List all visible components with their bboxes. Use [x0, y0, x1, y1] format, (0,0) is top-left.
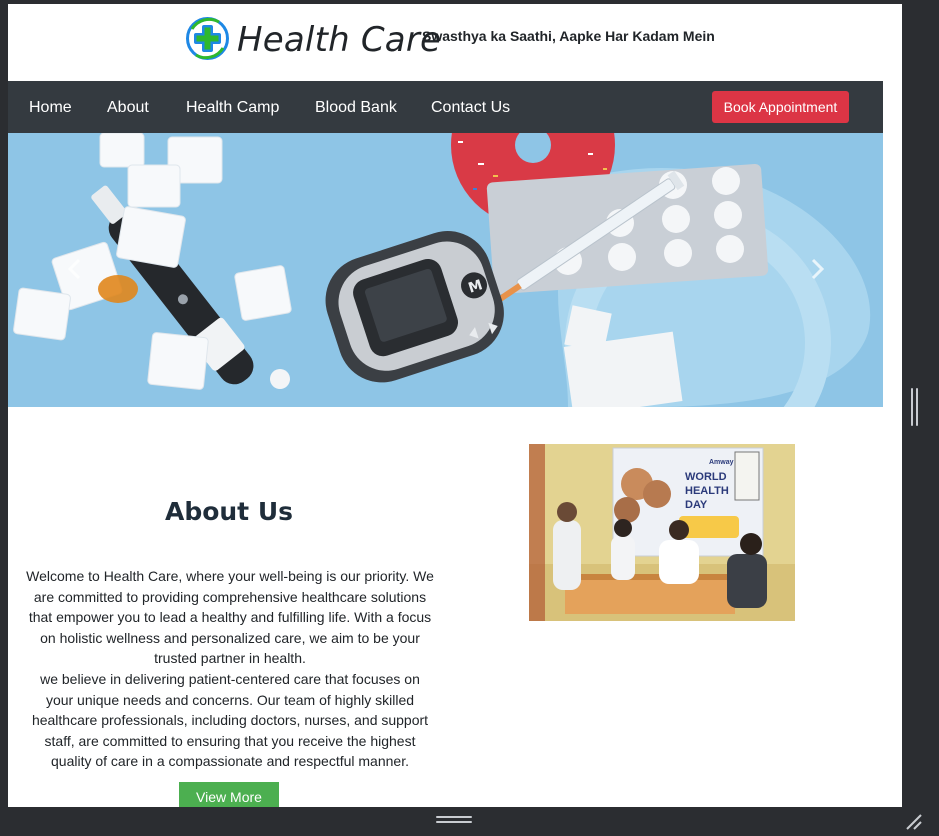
brand-name[interactable]: Health Care [237, 20, 441, 60]
nav-link-contact-us[interactable]: Contact Us [431, 99, 510, 117]
nav-link-home[interactable]: Home [29, 99, 72, 117]
site-header: Health Care Swasthya ka Saathi, Aapke Ha… [8, 4, 902, 81]
vertical-resize-handle[interactable] [911, 388, 918, 426]
medical-cross-logo-icon[interactable] [186, 17, 229, 60]
banner-title-2: HEALTH [685, 485, 729, 497]
about-paragraph-2: we believe in delivering patient-centere… [31, 670, 429, 770]
nav-link-about[interactable]: About [107, 99, 149, 117]
about-paragraph-1: Welcome to Health Care, where your well-… [26, 568, 434, 667]
chevron-left-icon[interactable] [66, 257, 84, 281]
nav-link-blood-bank[interactable]: Blood Bank [315, 99, 397, 117]
banner-title-1: WORLD [685, 471, 727, 483]
banner-title-3: DAY [685, 499, 708, 511]
resize-corner-icon[interactable] [904, 812, 924, 832]
health-camp-photo: Amway WORLD HEALTH DAY [529, 444, 795, 621]
book-appointment-button[interactable]: Book Appointment [712, 91, 849, 123]
view-more-button[interactable]: View More [179, 782, 279, 807]
hero-image: M [8, 133, 883, 407]
brand-tagline: Swasthya ka Saathi, Aapke Har Kadam Mein [422, 28, 715, 44]
page-viewport: Health Care Swasthya ka Saathi, Aapke Ha… [8, 4, 902, 807]
about-heading: About Us [164, 497, 294, 526]
window-frame-left [0, 0, 8, 836]
horizontal-resize-handle[interactable] [436, 816, 472, 825]
banner-brand: Amway [709, 459, 734, 466]
nav-link-health-camp[interactable]: Health Camp [186, 99, 279, 117]
main-navbar: Home About Health Camp Blood Bank Contac… [8, 81, 883, 133]
hero-carousel: M [8, 133, 883, 407]
about-description: Welcome to Health Care, where your well-… [26, 566, 434, 772]
window-frame-right [902, 0, 939, 836]
chevron-right-icon[interactable] [808, 257, 826, 281]
